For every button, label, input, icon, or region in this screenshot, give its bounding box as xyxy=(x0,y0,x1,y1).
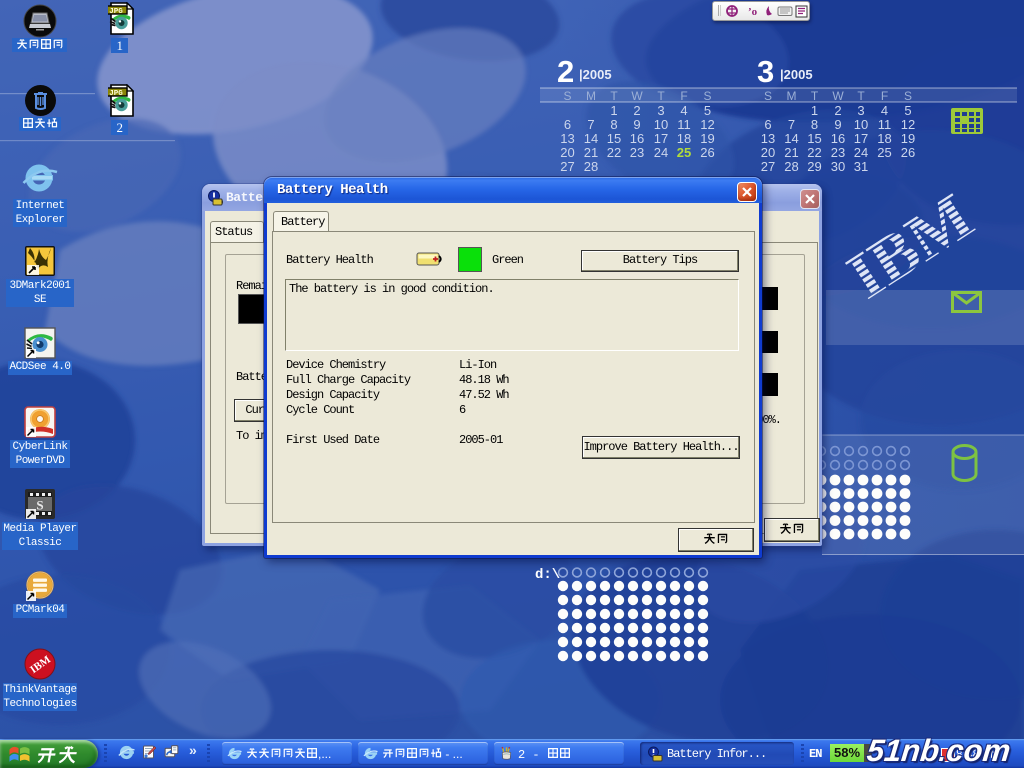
svg-text:’o: ’o xyxy=(748,6,758,18)
svg-text:S: S xyxy=(36,498,43,513)
svg-text:d:\: d:\ xyxy=(535,567,560,583)
